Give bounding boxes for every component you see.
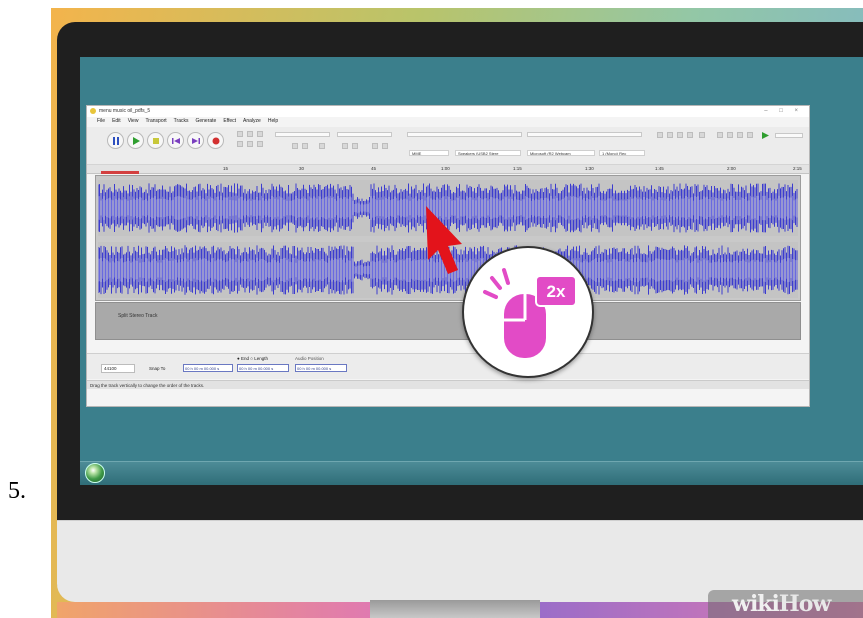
timeshift-tool-icon[interactable] [247, 141, 253, 147]
stage: 5. menu music oil_pdfs_5 – □ × File Edit… [0, 0, 863, 618]
record-button[interactable] [207, 132, 224, 149]
length-radio-label: Length [254, 356, 268, 361]
mic-icon[interactable] [717, 132, 723, 138]
zoom-tool-icon[interactable] [237, 141, 243, 147]
zoom-toggle-icon[interactable] [699, 132, 705, 138]
selection-end-field[interactable]: 00 h 00 m 00.000 s [237, 364, 289, 372]
taskbar[interactable] [80, 461, 863, 485]
app-icon [90, 108, 96, 114]
output-device-select[interactable]: Speakers (USB2 Stere [455, 150, 521, 156]
speaker-icon[interactable] [727, 132, 733, 138]
toolbar: MME Speakers (USB2 Stere Microsoft (R2 W… [87, 127, 809, 165]
snap-to-label: Snap To [149, 366, 166, 371]
zoom-in-icon[interactable] [657, 132, 663, 138]
timeline-ruler[interactable]: 15 30 45 1:00 1:15 1:30 1:45 2:00 2:15 [87, 165, 809, 174]
silence-icon[interactable] [352, 143, 358, 149]
record-icon [212, 137, 220, 145]
ruler-tick: 1:15 [513, 166, 522, 171]
menu-edit[interactable]: Edit [112, 117, 121, 126]
menu-tracks[interactable]: Tracks [174, 117, 189, 126]
ruler-tick: 1:45 [655, 166, 664, 171]
input-device-select[interactable]: Microsoft (R2 Webcam [527, 150, 595, 156]
envelope-tool-icon[interactable] [247, 131, 253, 137]
step-number: 5. [8, 478, 26, 504]
ruler-tick: 1:30 [585, 166, 594, 171]
zoom-out-icon[interactable] [667, 132, 673, 138]
undo-icon[interactable] [372, 143, 378, 149]
redo-icon[interactable] [382, 143, 388, 149]
play-button[interactable] [127, 132, 144, 149]
double-click-badge: 2x [462, 246, 594, 378]
play-at-speed-slider[interactable] [775, 133, 803, 138]
empty-track-area[interactable]: Split Stereo Track [95, 302, 801, 340]
monitor-stand [370, 600, 540, 618]
stop-icon [153, 138, 159, 144]
audio-position-field[interactable]: 00 h 00 m 00.000 s [295, 364, 347, 372]
ruler-tick: 15 [223, 166, 229, 171]
badge-text: 2x [547, 282, 566, 301]
pause-button[interactable] [107, 132, 124, 149]
skip-end-icon [192, 138, 200, 144]
menu-bar: File Edit View Transport Tracks Generate… [87, 117, 809, 126]
record-meter[interactable] [275, 132, 330, 137]
skip-start-button[interactable] [167, 132, 184, 149]
play-icon [133, 137, 140, 145]
red-arrow-cursor-icon [426, 206, 462, 274]
watermark-how: How [778, 591, 831, 617]
window-titlebar[interactable]: menu music oil_pdfs_5 – □ × [87, 106, 809, 117]
menu-effect[interactable]: Effect [223, 117, 236, 126]
wikihow-watermark: wikiHow [708, 590, 863, 618]
fit-project-icon[interactable] [687, 132, 693, 138]
end-radio-label: End [240, 356, 249, 361]
audio-host-select[interactable]: MME [409, 150, 449, 156]
audio-position-label: Audio Position [295, 356, 324, 361]
window-title: menu music oil_pdfs_5 [99, 108, 151, 114]
play-region-marker[interactable] [101, 171, 139, 174]
input-channels-select[interactable]: 1 (Mono) Rec [599, 150, 645, 156]
trim-icon[interactable] [342, 143, 348, 149]
fit-selection-icon[interactable] [677, 132, 683, 138]
monitor-base-left [57, 602, 370, 618]
project-rate-select[interactable]: 44100 [101, 364, 135, 373]
multi-tool-icon[interactable] [257, 141, 263, 147]
menu-analyze[interactable]: Analyze [243, 117, 261, 126]
selection-start-field[interactable]: 00 h 00 m 00.000 s [183, 364, 233, 372]
menu-help[interactable]: Help [268, 117, 278, 126]
ruler-tick: 30 [299, 166, 305, 171]
watermark-wiki: wiki [732, 591, 780, 617]
ruler-tick: 45 [371, 166, 377, 171]
playback-volume-slider[interactable] [407, 132, 522, 137]
play-at-speed-icon[interactable] [761, 131, 770, 140]
ruler-tick: 1:00 [441, 166, 450, 171]
ruler-tick: 2:15 [793, 166, 802, 171]
link-icon[interactable] [737, 132, 743, 138]
draw-tool-icon[interactable] [257, 131, 263, 137]
selection-toolbar: 44100 Snap To 00 h 00 m 00.000 s ● End ○… [87, 353, 809, 379]
split-stereo-label: Split Stereo Track [118, 313, 158, 319]
pause-icon [113, 137, 119, 145]
sync-icon[interactable] [747, 132, 753, 138]
skip-end-button[interactable] [187, 132, 204, 149]
menu-view[interactable]: View [128, 117, 139, 126]
selection-tool-icon[interactable] [237, 131, 243, 137]
playback-meter[interactable] [337, 132, 392, 137]
ruler-tick: 2:00 [727, 166, 736, 171]
record-volume-slider[interactable] [527, 132, 642, 137]
paste-icon[interactable] [319, 143, 325, 149]
window-controls[interactable]: – □ × [764, 106, 803, 117]
start-button-icon[interactable] [85, 463, 105, 483]
stop-button[interactable] [147, 132, 164, 149]
menu-generate[interactable]: Generate [195, 117, 216, 126]
copy-icon[interactable] [302, 143, 308, 149]
menu-file[interactable]: File [97, 117, 105, 126]
menu-transport[interactable]: Transport [145, 117, 166, 126]
end-length-radio[interactable]: ● End ○ Length [237, 356, 268, 361]
cut-icon[interactable] [292, 143, 298, 149]
skip-start-icon [172, 138, 180, 144]
status-bar: Drag the track vertically to change the … [87, 380, 809, 389]
mouse-double-click-icon: 2x [483, 268, 577, 358]
